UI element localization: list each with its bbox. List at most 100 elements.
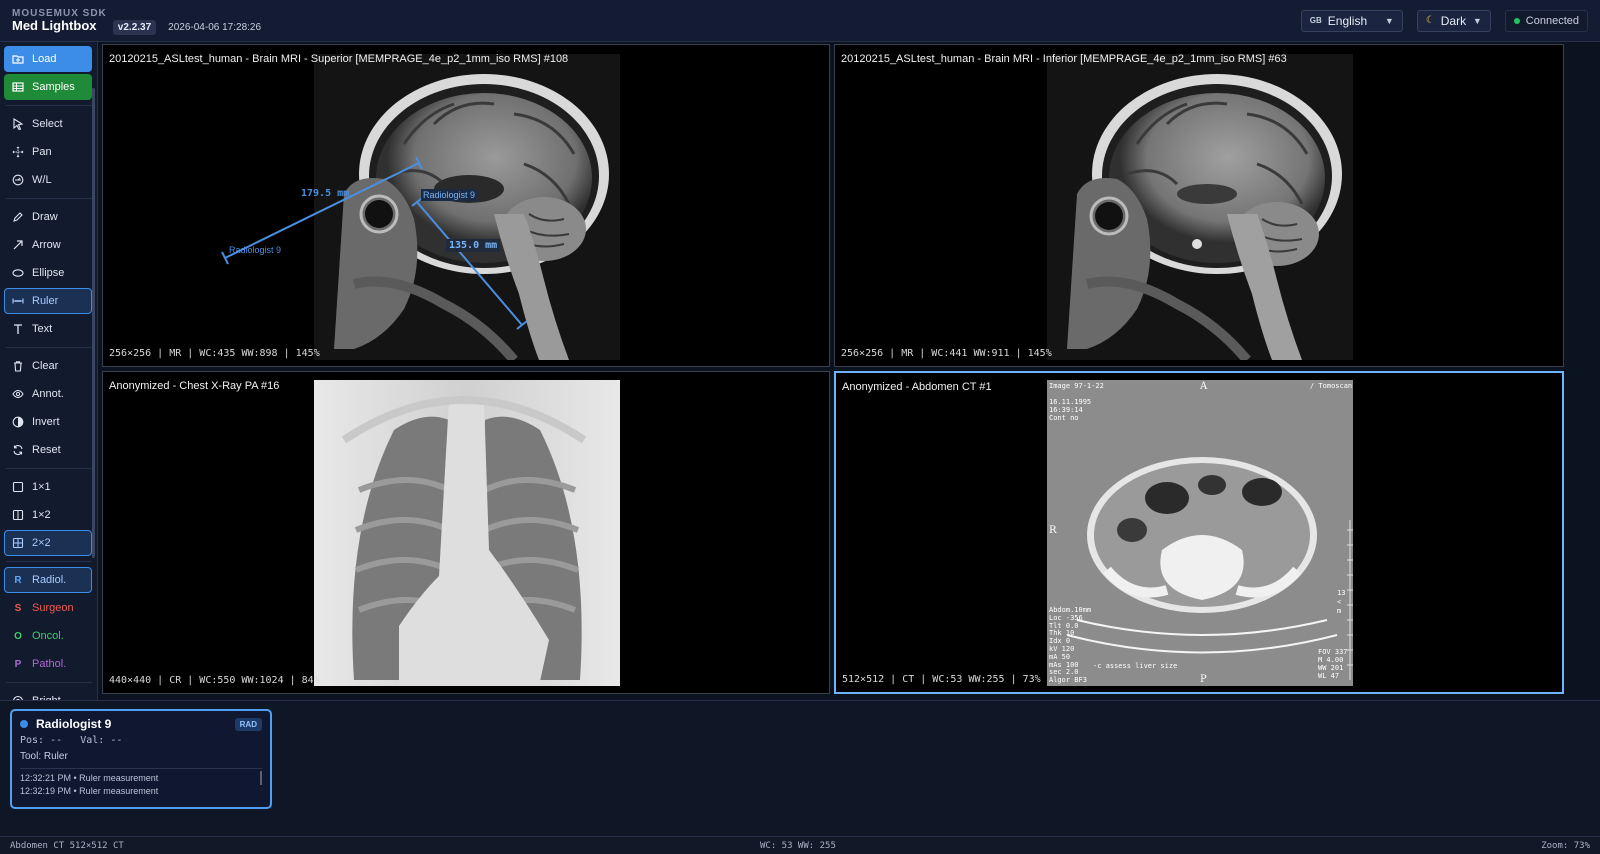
status-bar: Abdomen CT 512×512 CT WC: 53 WW: 255 Zoo… bbox=[0, 836, 1600, 854]
ct-overlay-line bbox=[1049, 390, 1104, 398]
layout-2x2-button[interactable]: 2×2 bbox=[4, 530, 92, 556]
ct-orientation-anterior: A bbox=[1200, 381, 1208, 392]
measurement-author: Radiologist 9 bbox=[229, 245, 282, 255]
user-color-dot-icon bbox=[20, 720, 28, 728]
layout-1x2-button[interactable]: 1×2 bbox=[4, 502, 92, 528]
role-letter: P bbox=[14, 658, 22, 670]
layout-1x1-button[interactable]: 1×1 bbox=[4, 474, 92, 500]
ellipse-icon bbox=[12, 269, 24, 277]
text-icon bbox=[14, 324, 22, 334]
viewport-info: 256×256 | MR | WC:435 WW:898 | 145% bbox=[109, 348, 320, 359]
divider bbox=[6, 347, 92, 348]
ct-overlay-top-left: Image 97-1-22 16.11.1995 16:39:14 Cont n… bbox=[1049, 382, 1104, 422]
role-label: Pathol. bbox=[32, 658, 67, 670]
theme-select[interactable]: ☾ Dark ▼ bbox=[1416, 9, 1491, 32]
ct-overlay-line: WL 47 bbox=[1318, 672, 1340, 680]
ct-overlay-bottom-left: Abdom.10mm Loc -356 Tlt 0.0 Thk 10 Idx 0… bbox=[1049, 606, 1091, 685]
folder-icon bbox=[12, 55, 24, 64]
viewport-title: Anonymized - Chest X-Ray PA #16 bbox=[109, 380, 280, 392]
role-label: Oncol. bbox=[32, 630, 64, 642]
user-panel: Radiologist 9 RAD Pos: -- Val: -- Tool: … bbox=[0, 700, 1600, 836]
viewport-title: Anonymized - Abdomen CT #1 bbox=[842, 381, 992, 393]
pan-tool-button[interactable]: Pan bbox=[4, 139, 92, 165]
reset-button[interactable]: Reset bbox=[4, 437, 92, 463]
ellipse-label: Ellipse bbox=[32, 267, 65, 279]
ct-note: -c assess liver size bbox=[1093, 662, 1178, 670]
select-tool-button[interactable]: Select bbox=[4, 111, 92, 137]
ct-overlay-line: WW 201 bbox=[1318, 664, 1344, 672]
log-scrollbar[interactable] bbox=[260, 771, 262, 785]
draw-tool-button[interactable]: Draw bbox=[4, 204, 92, 230]
toolbar-sidebar: Load Samples Select Pan W/L Draw Arrow E… bbox=[0, 42, 98, 712]
viewport-2[interactable]: 20120215_ASLtest_human - Brain MRI - Inf… bbox=[834, 44, 1564, 367]
ct-overlay-line: M 4.00 bbox=[1318, 656, 1344, 664]
role-pathologist-button[interactable]: P Pathol. bbox=[4, 651, 92, 677]
text-tool-button[interactable]: Text bbox=[4, 316, 92, 342]
annotations-toggle-button[interactable]: Annot. bbox=[4, 381, 92, 407]
ct-overlay-line: Cont no bbox=[1049, 414, 1079, 422]
role-letter: S bbox=[14, 602, 22, 614]
ct-overlay-line: 16.11.1995 bbox=[1049, 398, 1092, 406]
viewport-3[interactable]: Anonymized - Chest X-Ray PA #16 440×440 … bbox=[102, 371, 830, 694]
ct-scanner-label: / Tomoscan bbox=[1310, 382, 1353, 390]
annot-label: Annot. bbox=[32, 388, 64, 400]
ct-overlay-line: < bbox=[1337, 598, 1342, 606]
status-image-info: Abdomen CT 512×512 CT bbox=[10, 840, 124, 851]
ruler-label: Ruler bbox=[32, 295, 59, 307]
ruler-tool-button[interactable]: Ruler bbox=[4, 288, 92, 314]
chevron-down-icon: ▼ bbox=[1384, 15, 1394, 26]
measurement-value[interactable]: 179.5 mm bbox=[301, 188, 349, 199]
chest-xray-image bbox=[314, 380, 620, 686]
ct-overlay-line: 16:39:14 bbox=[1049, 406, 1083, 414]
role-oncologist-button[interactable]: O Oncol. bbox=[4, 623, 92, 649]
square-icon bbox=[12, 481, 24, 493]
log-entry: 12:32:21 PM • Ruler measurement bbox=[20, 773, 159, 783]
cursor-readout: Pos: -- Val: -- bbox=[20, 735, 262, 746]
sidebar-scrollbar[interactable] bbox=[92, 88, 95, 558]
divider bbox=[6, 105, 92, 106]
wl-label: W/L bbox=[32, 174, 52, 186]
activity-log: 12:32:21 PM • Ruler measurement 12:32:19… bbox=[20, 768, 262, 798]
app: MOUSEMUX SDK Med Lightbox v2.2.37 2026-0… bbox=[0, 0, 1600, 854]
abdomen-ct-image bbox=[1047, 380, 1353, 686]
invert-label: Invert bbox=[32, 416, 60, 428]
draw-label: Draw bbox=[32, 211, 58, 223]
flag-icon: GB bbox=[1309, 16, 1322, 25]
viewport-1[interactable]: 20120215_ASLtest_human - Brain MRI - Sup… bbox=[102, 44, 830, 367]
viewport-info: 512×512 | CT | WC:53 WW:255 | 73% bbox=[842, 674, 1041, 685]
divider bbox=[6, 682, 92, 683]
app-name: Med Lightbox bbox=[12, 17, 97, 33]
clear-label: Clear bbox=[32, 360, 59, 372]
refresh-icon bbox=[13, 445, 23, 455]
load-label: Load bbox=[32, 53, 57, 65]
theme-label: Dark bbox=[1440, 13, 1467, 28]
header-controls: GB English ▼ ☾ Dark ▼ Connected bbox=[1300, 9, 1588, 32]
viewport-4[interactable]: Anonymized - Abdomen CT #1 Image 97-1-22… bbox=[834, 371, 1564, 694]
role-surgeon-button[interactable]: S Surgeon bbox=[4, 595, 92, 621]
user-card-radiologist[interactable]: Radiologist 9 RAD Pos: -- Val: -- Tool: … bbox=[10, 709, 272, 809]
chevron-down-icon: ▼ bbox=[1472, 15, 1482, 26]
trash-icon bbox=[14, 361, 22, 372]
role-letter: O bbox=[14, 630, 22, 642]
status-dot-icon bbox=[1513, 17, 1520, 24]
header: MOUSEMUX SDK Med Lightbox v2.2.37 2026-0… bbox=[0, 0, 1600, 42]
arrow-label: Arrow bbox=[32, 239, 61, 251]
arrow-tool-button[interactable]: Arrow bbox=[4, 232, 92, 258]
language-select[interactable]: GB English ▼ bbox=[1300, 9, 1403, 32]
ellipse-tool-button[interactable]: Ellipse bbox=[4, 260, 92, 286]
invert-icon bbox=[12, 416, 24, 428]
user-name: Radiologist 9 bbox=[36, 717, 112, 731]
text-label: Text bbox=[32, 323, 53, 335]
clear-button[interactable]: Clear bbox=[4, 353, 92, 379]
language-label: English bbox=[1327, 13, 1368, 28]
brand: MOUSEMUX SDK Med Lightbox bbox=[12, 8, 107, 33]
moon-icon: ☾ bbox=[1425, 15, 1435, 26]
log-entry: 12:32:19 PM • Ruler measurement bbox=[20, 786, 159, 796]
role-radiologist-button[interactable]: R Radiol. bbox=[4, 567, 92, 593]
invert-button[interactable]: Invert bbox=[4, 409, 92, 435]
ct-orientation-right: R bbox=[1049, 525, 1057, 536]
measurement-value[interactable]: 135.0 mm bbox=[446, 239, 501, 252]
load-button[interactable]: Load bbox=[4, 46, 92, 72]
samples-button[interactable]: Samples bbox=[4, 74, 92, 100]
window-level-tool-button[interactable]: W/L bbox=[4, 167, 92, 193]
